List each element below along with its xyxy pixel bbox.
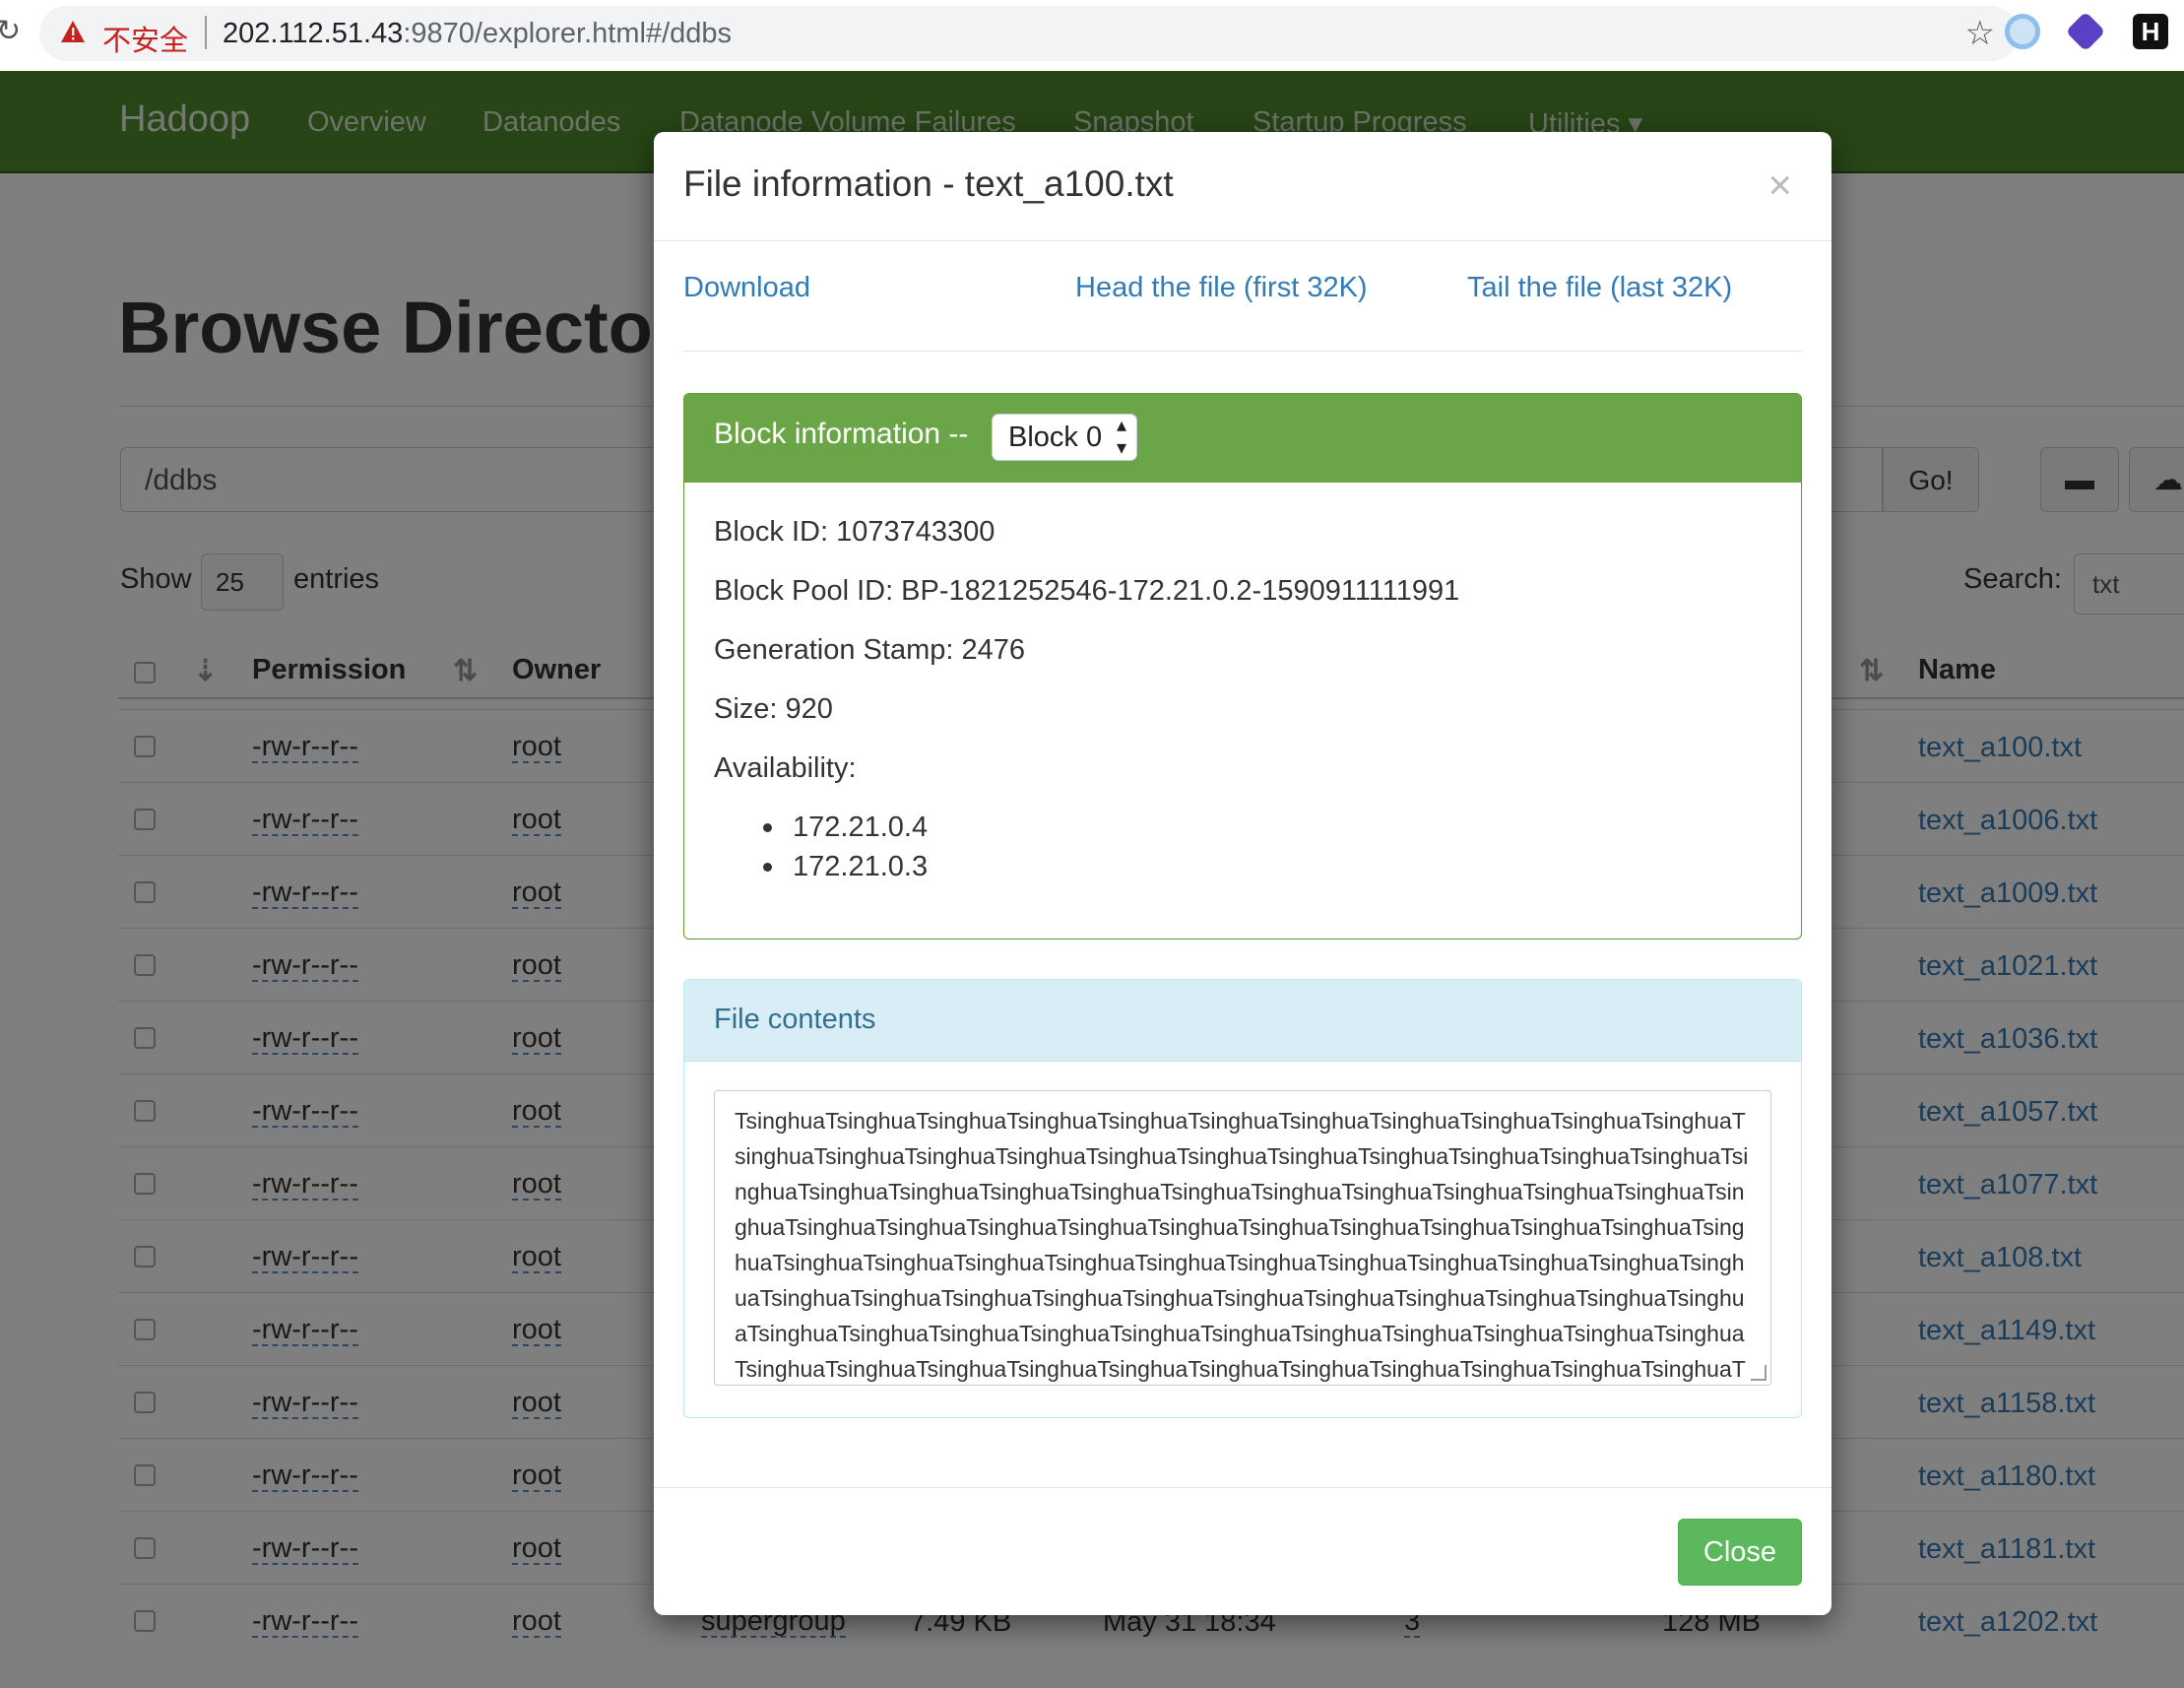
url-path: :9870/explorer.html#/ddbs: [403, 18, 733, 49]
datanode-address: 172.21.0.3: [793, 851, 929, 882]
url-host: 202.112.51.43: [223, 18, 404, 49]
file-contents-panel: File contents TsinghuaTsinghuaTsinghuaTs…: [683, 979, 1802, 1418]
block-select[interactable]: Block 0 ▴ ▾: [992, 414, 1137, 461]
bullet: [763, 823, 772, 832]
block-heading-label: Block information --: [714, 418, 969, 450]
block-info-panel: Block information -- Block 0 ▴ ▾ Block ID:…: [683, 393, 1802, 940]
browser-toolbar: ↻ 不安全 202.112.51.43:9870/explorer.html#/…: [0, 0, 2184, 72]
availability-item: 172.21.0.3: [763, 851, 929, 883]
generation-stamp: Generation Stamp: 2476: [714, 634, 1025, 666]
extension-circle-icon[interactable]: [2005, 14, 2040, 49]
file-contents-heading: File contents: [684, 980, 1801, 1062]
close-button[interactable]: Close: [1678, 1519, 1802, 1586]
modal-header: File information - text_a100.txt ×: [654, 132, 1831, 241]
file-contents-title: File contents: [714, 1004, 876, 1035]
block-panel-heading: Block information -- Block 0 ▴ ▾: [684, 394, 1801, 483]
block-id: Block ID: 1073743300: [714, 516, 996, 548]
extension-cube-icon[interactable]: [2065, 11, 2106, 52]
warning-icon: [61, 21, 85, 42]
head-file-link[interactable]: Head the file (first 32K): [1075, 272, 1368, 304]
tail-file-link[interactable]: Tail the file (last 32K): [1467, 272, 1732, 304]
block-select-value: Block 0: [1008, 422, 1103, 453]
resize-handle-icon[interactable]: [1751, 1365, 1766, 1381]
availability-item: 172.21.0.4: [763, 812, 929, 844]
bullet: [763, 863, 772, 872]
modal-title: File information - text_a100.txt: [683, 163, 1174, 204]
modal-footer-divider: [654, 1487, 1831, 1488]
bookmark-star-icon[interactable]: ☆: [1965, 14, 1995, 53]
url-divider: [205, 16, 207, 49]
availability-label: Availability:: [714, 752, 857, 784]
block-size: Size: 920: [714, 693, 833, 725]
block-pool-id: Block Pool ID: BP-1821252546-172.21.0.2-…: [714, 575, 1460, 607]
file-info-modal: File information - text_a100.txt × Downl…: [654, 132, 1831, 1615]
divider: [683, 351, 1802, 352]
download-link[interactable]: Download: [683, 272, 810, 304]
close-icon[interactable]: ×: [1767, 162, 1792, 209]
select-arrows-icon: ▴ ▾: [1116, 415, 1126, 459]
file-contents-text: TsinghuaTsinghuaTsinghuaTsinghuaTsinghua…: [735, 1108, 1749, 1382]
security-status[interactable]: 不安全: [102, 18, 188, 59]
file-contents-textarea[interactable]: TsinghuaTsinghuaTsinghuaTsinghuaTsinghua…: [714, 1090, 1771, 1386]
url-text[interactable]: 202.112.51.43:9870/explorer.html#/ddbs: [223, 18, 732, 50]
datanode-address: 172.21.0.4: [793, 812, 929, 843]
extension-h-icon[interactable]: H: [2133, 14, 2168, 49]
reload-icon[interactable]: ↻: [0, 14, 21, 48]
address-bar[interactable]: 不安全 202.112.51.43:9870/explorer.html#/dd…: [39, 6, 2019, 61]
